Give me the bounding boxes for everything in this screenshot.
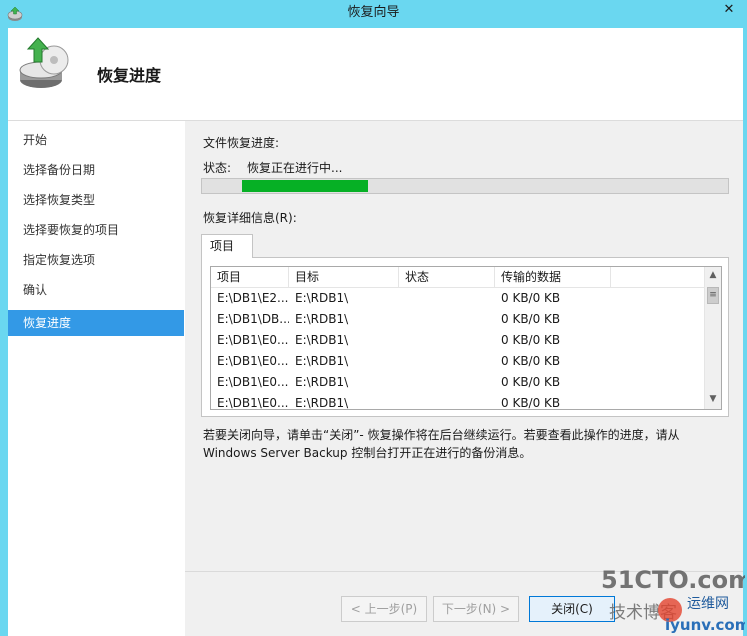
cell-target: E:\RDB1\: [295, 354, 349, 368]
cell-transferred: 0 KB/0 KB: [501, 312, 561, 326]
cell-transferred: 0 KB/0 KB: [501, 354, 561, 368]
next-button[interactable]: 下一步(N) >: [433, 596, 519, 622]
step-confirm[interactable]: 确认: [8, 277, 184, 303]
recovery-details-label: 恢复详细信息(R):: [203, 211, 297, 225]
watermark-site: 51CTO.com: [601, 566, 745, 594]
wizard-header: 恢复进度: [8, 28, 743, 121]
table-row[interactable]: E:\DB1\E0... E:\RDB1\ 0 KB/0 KB: [211, 330, 708, 351]
cell-item: E:\DB1\E0...: [217, 354, 289, 368]
scroll-thumb[interactable]: ≡: [707, 287, 719, 304]
window-border-left: [0, 28, 8, 636]
cell-target: E:\RDB1\: [295, 312, 349, 326]
table-row[interactable]: E:\DB1\E0... E:\RDB1\ 0 KB/0 KB: [211, 372, 708, 393]
cell-item: E:\DB1\E2...: [217, 291, 289, 305]
progress-bar-fill: [242, 180, 368, 192]
tab-items[interactable]: 项目: [201, 234, 253, 258]
table-row[interactable]: E:\DB1\DB... E:\RDB1\ 0 KB/0 KB: [211, 309, 708, 330]
note-line-2: Windows Server Backup 控制台打开正在进行的备份消息。: [203, 446, 532, 460]
cell-status: [399, 330, 495, 351]
step-start[interactable]: 开始: [8, 127, 184, 153]
close-wizard-note: 若要关闭向导，请单击“关闭”- 恢复操作将在后台继续运行。若要查看此操作的进度，…: [203, 426, 723, 462]
list-vertical-scrollbar[interactable]: ▲ ≡ ▼: [704, 267, 721, 409]
cell-transferred: 0 KB/0 KB: [501, 396, 561, 410]
cell-target: E:\RDB1\: [295, 375, 349, 389]
cell-status: [399, 393, 495, 409]
cell-status: [399, 288, 495, 309]
list-header: 项目 目标 状态 传输的数据: [211, 267, 708, 288]
page-title: 恢复进度: [97, 66, 162, 85]
progress-bar: [201, 178, 729, 194]
cell-status: [399, 351, 495, 372]
cell-transferred: 0 KB/0 KB: [501, 333, 561, 347]
window-title: 恢复向导: [347, 5, 400, 20]
cell-transferred: 0 KB/0 KB: [501, 291, 561, 305]
file-recovery-progress-label: 文件恢复进度:: [203, 136, 280, 150]
scroll-down-icon[interactable]: ▼: [705, 391, 721, 408]
wizard-content: 文件恢复进度: 状态: 恢复正在进行中... 恢复详细信息(R): 项目 项目 …: [185, 121, 743, 636]
note-line-1: 若要关闭向导，请单击“关闭”- 恢复操作将在后台继续运行。若要查看此操作的进度，…: [203, 428, 680, 442]
close-window-icon[interactable]: ✕: [711, 0, 747, 22]
status-value: 恢复正在进行中...: [247, 161, 343, 175]
back-button[interactable]: < 上一步(P): [341, 596, 427, 622]
cell-status: [399, 372, 495, 393]
column-header-status[interactable]: 状态: [399, 267, 495, 287]
table-row[interactable]: E:\DB1\E0... E:\RDB1\ 0 KB/0 KB: [211, 351, 708, 372]
step-recovery-options[interactable]: 指定恢复选项: [8, 247, 184, 273]
step-select-items[interactable]: 选择要恢复的项目: [8, 217, 184, 243]
wizard-steps: 开始 选择备份日期 选择恢复类型 选择要恢复的项目 指定恢复选项 确认 恢复进度: [8, 121, 184, 636]
watermark-logo: 51CTO.com 技术博客 运维网 iyunv.com: [601, 566, 745, 634]
cell-target: E:\RDB1\: [295, 396, 349, 410]
step-select-recovery-type[interactable]: 选择恢复类型: [8, 187, 184, 213]
items-tab-pane: 项目 目标 状态 传输的数据 E:\DB1\E2... E:\RDB1\ 0 KB/…: [201, 257, 729, 417]
table-row[interactable]: E:\DB1\E0... E:\RDB1\ 0 KB/0 KB: [211, 393, 708, 410]
cell-transferred: 0 KB/0 KB: [501, 375, 561, 389]
cell-item: E:\DB1\E0...: [217, 333, 289, 347]
scroll-up-icon[interactable]: ▲: [705, 267, 721, 284]
cell-item: E:\DB1\E0...: [217, 396, 289, 410]
column-header-target[interactable]: 目标: [289, 267, 399, 287]
cell-target: E:\RDB1\: [295, 291, 349, 305]
watermark-url: iyunv.com: [665, 616, 745, 634]
cell-item: E:\DB1\DB...: [217, 312, 289, 326]
cell-item: E:\DB1\E0...: [217, 375, 289, 389]
column-header-item[interactable]: 项目: [211, 267, 289, 287]
status-label: 状态:: [203, 161, 232, 175]
items-list[interactable]: 项目 目标 状态 传输的数据 E:\DB1\E2... E:\RDB1\ 0 KB/…: [210, 266, 722, 410]
title-bar[interactable]: 恢复向导 ✕: [0, 0, 747, 29]
watermark-brand: 运维网: [687, 596, 729, 612]
step-select-backup-date[interactable]: 选择备份日期: [8, 157, 184, 183]
cell-target: E:\RDB1\: [295, 333, 349, 347]
table-row[interactable]: E:\DB1\E2... E:\RDB1\ 0 KB/0 KB: [211, 288, 708, 309]
column-header-transferred[interactable]: 传输的数据: [495, 267, 611, 287]
restore-wizard-window: 恢复向导 ✕ 恢复进度 开始 选择备份日期 选择恢复类型 选择要恢复的项目 指定…: [0, 0, 747, 636]
window-border-right: [743, 28, 747, 636]
cell-status: [399, 309, 495, 330]
backup-restore-disk-icon: [19, 37, 69, 88]
step-recovery-progress[interactable]: 恢复进度: [8, 310, 184, 336]
